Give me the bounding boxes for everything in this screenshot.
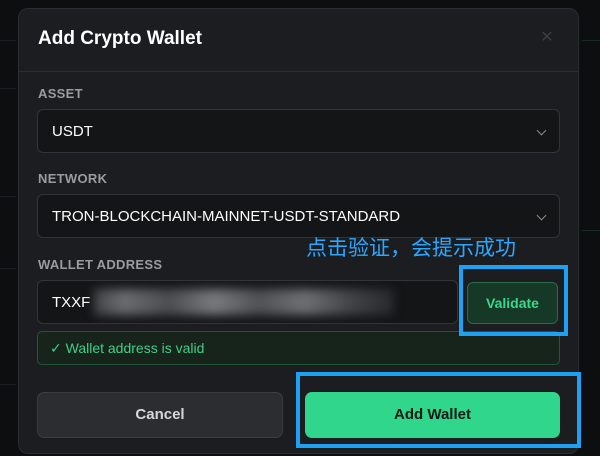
modal-header: Add Crypto Wallet ✕	[19, 9, 578, 72]
redaction-blur	[94, 289, 394, 315]
network-label: NETWORK	[38, 171, 108, 186]
cancel-button[interactable]: Cancel	[37, 392, 283, 438]
chevron-down-icon	[536, 125, 547, 136]
asset-select[interactable]: USDT	[37, 109, 560, 153]
backdrop-divider	[0, 384, 16, 385]
add-wallet-highlight-box	[296, 372, 581, 448]
backdrop-divider	[582, 40, 600, 41]
validation-success-message: ✓ Wallet address is valid	[37, 331, 560, 365]
backdrop-divider	[0, 268, 16, 269]
network-select-value: TRON-BLOCKCHAIN-MAINNET-USDT-STANDARD	[52, 208, 401, 225]
backdrop-divider	[0, 196, 16, 197]
wallet-address-label: WALLET ADDRESS	[38, 257, 163, 272]
asset-select-value: USDT	[52, 123, 93, 140]
backdrop-divider	[582, 230, 600, 231]
wallet-address-value: TXXF	[52, 294, 91, 311]
close-icon[interactable]: ✕	[538, 29, 556, 47]
backdrop-divider	[0, 88, 16, 89]
modal-title: Add Crypto Wallet	[38, 28, 202, 49]
wallet-address-input[interactable]: TXXF	[37, 280, 458, 324]
asset-label: ASSET	[38, 86, 83, 101]
chevron-down-icon	[536, 210, 547, 221]
backdrop-divider	[0, 40, 16, 41]
annotation-note: 点击验证，会提示成功	[306, 236, 516, 260]
validate-highlight-box	[459, 265, 568, 336]
